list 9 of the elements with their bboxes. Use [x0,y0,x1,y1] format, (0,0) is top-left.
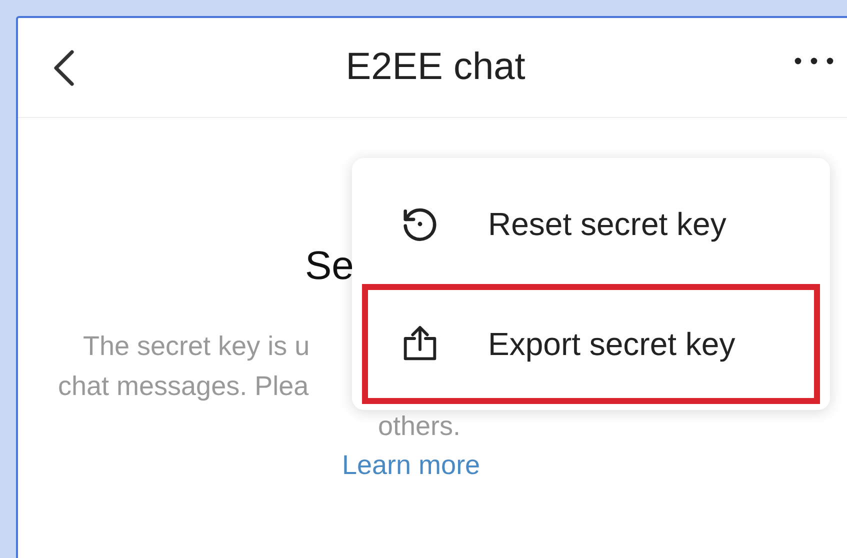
more-icon [793,56,835,66]
description-text: others. [378,410,461,443]
section-heading: Se [305,246,354,286]
menu-item[interactable]: Reset secret key [362,164,820,284]
learn-more-link[interactable]: Learn more [342,446,480,484]
description-text: chat messages. Plea [58,370,309,403]
header-title: E2EE chat [346,45,526,90]
description-text: The secret key is u [83,330,310,363]
menu-item[interactable]: Export secret key [362,284,820,404]
